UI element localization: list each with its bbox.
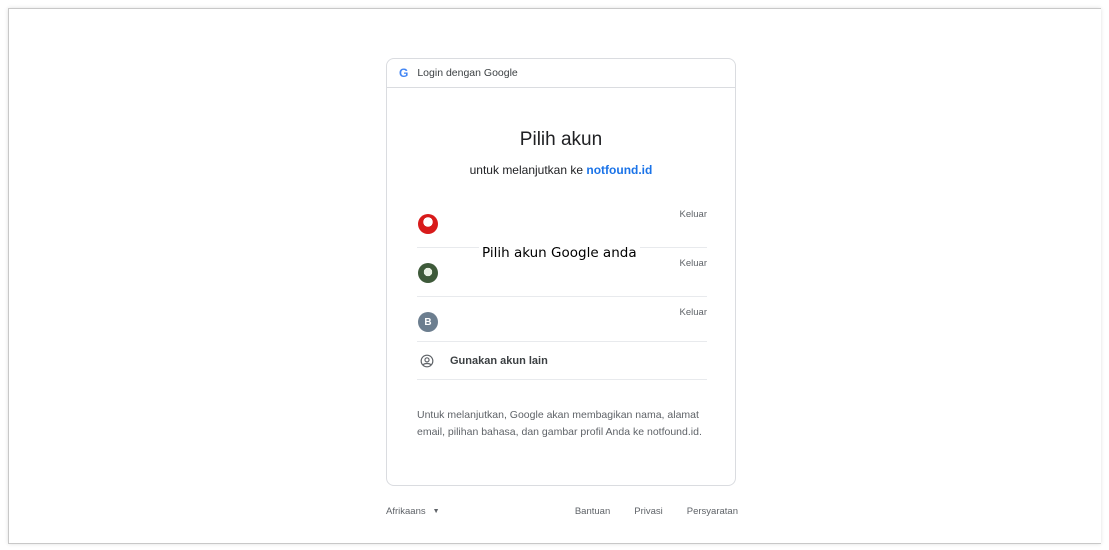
help-link[interactable]: Bantuan [575, 506, 610, 517]
header-title: Login dengan Google [417, 67, 518, 79]
account-chooser-card: G Login dengan Google Pilih akun untuk m… [386, 58, 736, 486]
account-list: Keluar Keluar B Keluar [417, 199, 707, 345]
signout-link[interactable]: Keluar [680, 307, 707, 318]
avatar: B [418, 312, 438, 332]
privacy-link[interactable]: Privasi [634, 506, 663, 517]
account-item[interactable]: B Keluar [417, 297, 707, 345]
language-selector[interactable]: Afrikaans ▼ [386, 506, 440, 517]
use-another-account-button[interactable]: Gunakan akun lain [417, 341, 707, 380]
use-another-account-label: Gunakan akun lain [450, 354, 548, 367]
language-label: Afrikaans [386, 506, 426, 517]
page-subtitle: untuk melanjutkan ke notfound.id [387, 163, 735, 177]
account-item[interactable]: Keluar [417, 199, 707, 248]
signout-link[interactable]: Keluar [680, 258, 707, 269]
footer-links: Bantuan Privasi Persyaratan [551, 506, 738, 517]
avatar [418, 214, 438, 234]
disclaimer-text: Untuk melanjutkan, Google akan membagika… [417, 409, 702, 438]
site-link[interactable]: notfound.id [586, 163, 652, 177]
page-title: Pilih akun [519, 129, 603, 150]
chevron-down-icon: ▼ [432, 508, 440, 515]
google-logo-icon: G [399, 66, 409, 80]
card-header: G Login dengan Google [387, 59, 735, 88]
terms-link[interactable]: Persyaratan [687, 506, 738, 517]
signout-link[interactable]: Keluar [680, 209, 707, 220]
overlay-annotation: Pilih akun Google anda [479, 244, 640, 262]
account-circle-icon [420, 354, 434, 367]
avatar [418, 263, 438, 283]
subtitle-text: untuk melanjutkan ke [469, 163, 584, 177]
